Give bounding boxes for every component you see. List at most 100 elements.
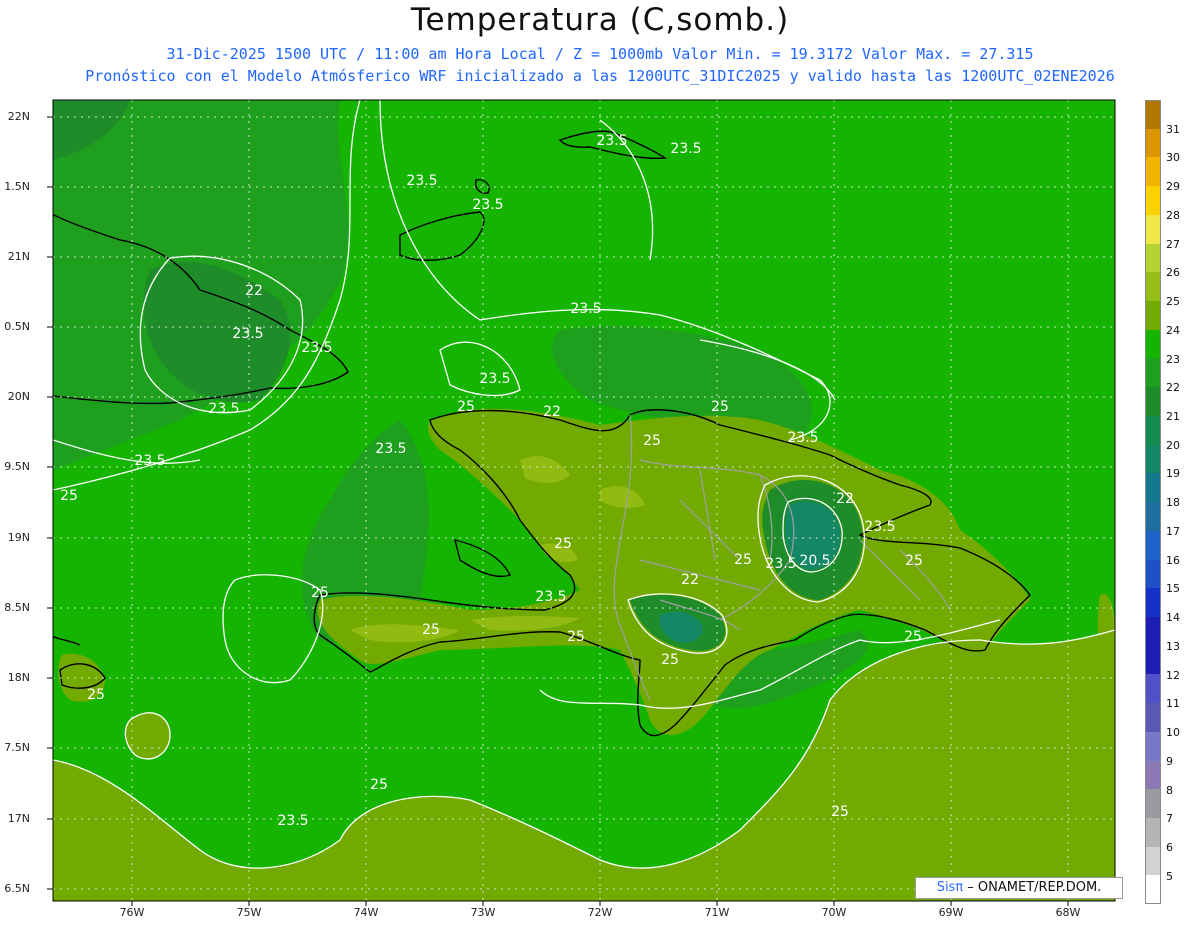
- colorbar-label: 27: [1166, 237, 1180, 251]
- contour-label: 25: [422, 622, 440, 638]
- colorbar-label: 10: [1166, 726, 1180, 740]
- colorbar-swatch: [1145, 473, 1161, 503]
- colorbar-swatch: [1145, 214, 1161, 244]
- colorbar-label: 28: [1166, 208, 1180, 222]
- lon-label: 72W: [587, 906, 613, 919]
- colorbar-swatch: [1145, 731, 1161, 761]
- colorbar-label: 19: [1166, 467, 1180, 481]
- contour-label: 25: [904, 629, 922, 645]
- colorbar-swatch: [1145, 444, 1161, 474]
- colorbar-label: 22: [1166, 381, 1180, 395]
- contour-label: 25: [60, 488, 78, 504]
- credit-text: – ONAMET/REP.DOM.: [963, 880, 1102, 895]
- colorbar-swatch: [1145, 530, 1161, 560]
- lat-label: 21N: [7, 250, 30, 263]
- colorbar-label: 25: [1166, 295, 1180, 309]
- contour-label: 25: [831, 804, 849, 820]
- colorbar-label: 26: [1166, 266, 1180, 280]
- lat-label: 18N: [7, 671, 30, 684]
- colorbar-label: 14: [1166, 611, 1180, 625]
- colorbar-label: 18: [1166, 496, 1180, 510]
- lat-label: 1.5N: [4, 180, 30, 193]
- colorbar-label: 5: [1166, 869, 1173, 883]
- colorbar-swatch: [1145, 875, 1161, 905]
- lat-label: 9.5N: [4, 460, 30, 473]
- lat-label: 0.5N: [4, 320, 30, 333]
- contour-label: 23.5: [596, 133, 627, 149]
- contour-label: 25: [661, 652, 679, 668]
- colorbar-swatch: [1145, 272, 1161, 302]
- contour-label: 23.5: [301, 340, 332, 356]
- colorbar-label: 23: [1166, 352, 1180, 366]
- contour-label: 23.5: [787, 430, 818, 446]
- lat-label: 6.5N: [4, 882, 30, 895]
- contour-label: 25: [457, 399, 475, 415]
- colorbar-label: 6: [1166, 840, 1173, 854]
- lat-label: 17N: [7, 812, 30, 825]
- colorbar-label: 7: [1166, 812, 1173, 826]
- contour-label: 25: [643, 433, 661, 449]
- contour-label: 20.5: [799, 553, 830, 569]
- colorbar-label: 12: [1166, 668, 1180, 682]
- contour-label: 22: [245, 283, 263, 299]
- contour-label: 23.5: [277, 813, 308, 829]
- colorbar-label: 31: [1166, 122, 1180, 136]
- colorbar-swatch: [1145, 616, 1161, 646]
- lon-label: 70W: [821, 906, 847, 919]
- lon-label: 68W: [1055, 906, 1081, 919]
- contour-label: 23.5: [208, 401, 239, 417]
- colorbar-swatch: [1145, 329, 1161, 359]
- contour-label: 23.5: [232, 326, 263, 342]
- contour-label: 25: [905, 553, 923, 569]
- contour-label: 23.5: [535, 589, 566, 605]
- contour-label: 23.5: [670, 141, 701, 157]
- colorbar-swatch: [1145, 301, 1161, 330]
- temperature-map: 23.5 23.5 23.5 23.5 22 23.5 23.5 23.5 23.5 22 23.5…: [47, 99, 1116, 906]
- lon-label: 73W: [470, 906, 496, 919]
- colorbar-swatch: [1145, 703, 1161, 732]
- lon-label: 69W: [938, 906, 964, 919]
- colorbar-label: 21: [1166, 410, 1180, 424]
- lon-label: 74W: [353, 906, 379, 919]
- colorbar-swatch: [1145, 645, 1161, 675]
- colorbar-label: 15: [1166, 582, 1180, 596]
- contour-label: 23.5: [570, 301, 601, 317]
- colorbar-swatch: [1145, 157, 1161, 187]
- contour-label: 23.5: [375, 441, 406, 457]
- colorbar-swatch: [1145, 559, 1161, 589]
- contour-label: 23.5: [134, 453, 165, 469]
- colorbar-label: 16: [1166, 553, 1180, 567]
- colorbar-swatch: [1145, 387, 1161, 416]
- colorbar-swatch: [1145, 789, 1161, 818]
- contour-label: 25: [734, 552, 752, 568]
- colorbar-swatch: [1145, 243, 1161, 273]
- contour-label: 25: [711, 399, 729, 415]
- lat-label: 22N: [7, 110, 30, 123]
- colorbar-label: 20: [1166, 438, 1180, 452]
- colorbar-swatch: [1145, 674, 1161, 704]
- contour-label: 25: [87, 687, 105, 703]
- colorbar-label: 17: [1166, 524, 1180, 538]
- contour-label: 22: [543, 404, 561, 420]
- contour-label: 22: [681, 572, 699, 588]
- colorbar-swatch: [1145, 128, 1161, 158]
- contour-label: 25: [311, 585, 329, 601]
- colorbar-swatch: [1145, 817, 1161, 847]
- lat-label: 8.5N: [4, 601, 30, 614]
- credit-box: Sisπ – ONAMET/REP.DOM.: [915, 877, 1123, 899]
- lon-label: 76W: [119, 906, 145, 919]
- credit-brand: Sisπ: [936, 880, 964, 895]
- colorbar-label: 30: [1166, 151, 1180, 165]
- lat-label: 20N: [7, 390, 30, 403]
- colorbar-swatch: [1145, 760, 1161, 790]
- lon-label: 71W: [704, 906, 730, 919]
- colorbar-label: 9: [1166, 754, 1173, 768]
- contour-label: 23.5: [472, 197, 503, 213]
- colorbar: [1145, 100, 1161, 905]
- contour-label: 23.5: [864, 519, 895, 535]
- colorbar-swatch: [1145, 846, 1161, 876]
- contour-label: 23.5: [406, 173, 437, 189]
- colorbar-swatch: [1145, 502, 1161, 531]
- colorbar-swatch: [1145, 588, 1161, 617]
- colorbar-swatch: [1145, 358, 1161, 388]
